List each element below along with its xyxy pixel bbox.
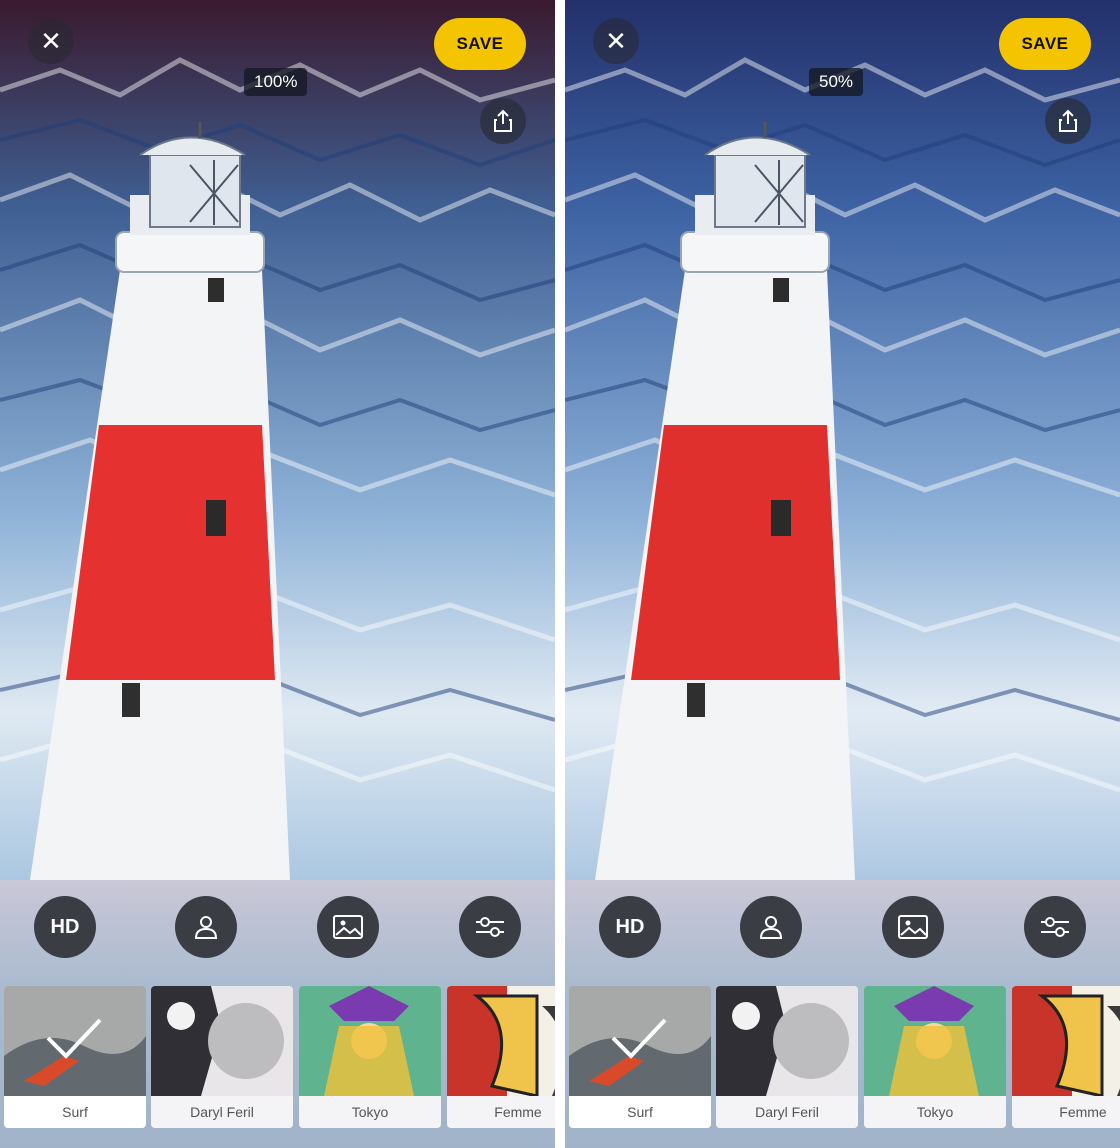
- close-icon: ✕: [40, 26, 62, 56]
- sliders-icon: [1041, 917, 1069, 937]
- filter-tokyo[interactable]: Tokyo: [864, 986, 1006, 1128]
- background-button[interactable]: [882, 896, 944, 958]
- hd-button[interactable]: HD: [34, 896, 96, 958]
- filter-label: Tokyo: [299, 1096, 441, 1128]
- editor-screen-right: ✕ 50% SAVE HD Surf Daryl Feril Tokyo Fem…: [565, 0, 1120, 1148]
- filter-daryl-feril[interactable]: Daryl Feril: [716, 986, 858, 1128]
- portrait-button[interactable]: [740, 896, 802, 958]
- femme-thumbnail: [447, 986, 555, 1096]
- hd-label: HD: [615, 915, 645, 938]
- intensity-label: 100%: [254, 72, 298, 91]
- filter-label: Surf: [4, 1096, 146, 1128]
- adjustments-button[interactable]: [459, 896, 521, 958]
- share-button[interactable]: [1045, 98, 1091, 144]
- adjustments-button[interactable]: [1024, 896, 1086, 958]
- intensity-label: 50%: [819, 72, 854, 91]
- bottom-toolbar: HD Surf Daryl Feril Tokyo Femme: [565, 880, 1120, 1148]
- filter-surf[interactable]: Surf: [569, 986, 711, 1128]
- close-button[interactable]: ✕: [593, 18, 639, 64]
- editor-screen-left: ✕ 100% SAVE HD Surf Daryl Feril Tokyo Fe…: [0, 0, 555, 1148]
- image-icon: [898, 915, 928, 939]
- intensity-badge: 50%: [809, 68, 864, 96]
- share-icon: [1059, 109, 1077, 132]
- checkmark-icon: [46, 1018, 102, 1059]
- filter-strip: Surf Daryl Feril Tokyo Femme: [565, 986, 1120, 1130]
- close-icon: ✕: [605, 26, 627, 56]
- filter-femme[interactable]: Femme: [1012, 986, 1120, 1128]
- hd-button[interactable]: HD: [599, 896, 661, 958]
- filter-label: Daryl Feril: [151, 1096, 293, 1128]
- share-icon: [494, 109, 512, 132]
- save-button[interactable]: SAVE: [434, 18, 526, 70]
- background-button[interactable]: [317, 896, 379, 958]
- filter-surf[interactable]: Surf: [4, 986, 146, 1128]
- tokyo-thumbnail: [299, 986, 441, 1096]
- filter-tokyo[interactable]: Tokyo: [299, 986, 441, 1128]
- sliders-icon: [476, 917, 504, 937]
- femme-thumbnail: [1012, 986, 1120, 1096]
- hd-label: HD: [50, 915, 80, 938]
- filter-label: Femme: [1012, 1096, 1120, 1128]
- checkmark-icon: [611, 1018, 667, 1059]
- filter-label: Daryl Feril: [716, 1096, 858, 1128]
- tokyo-thumbnail: [864, 986, 1006, 1096]
- close-button[interactable]: ✕: [28, 18, 74, 64]
- filter-strip: Surf Daryl Feril Tokyo Femme: [0, 986, 555, 1130]
- person-icon: [194, 916, 218, 939]
- image-icon: [333, 915, 363, 939]
- save-label: SAVE: [456, 34, 504, 53]
- filter-femme[interactable]: Femme: [447, 986, 555, 1128]
- intensity-badge: 100%: [244, 68, 308, 96]
- save-label: SAVE: [1021, 34, 1069, 53]
- bottom-toolbar: HD Surf Daryl Feril Tokyo Femme: [0, 880, 555, 1148]
- filter-label: Tokyo: [864, 1096, 1006, 1128]
- filter-label: Surf: [569, 1096, 711, 1128]
- filter-daryl-feril[interactable]: Daryl Feril: [151, 986, 293, 1128]
- portrait-button[interactable]: [175, 896, 237, 958]
- daryl-feril-thumbnail: [151, 986, 293, 1096]
- share-button[interactable]: [480, 98, 526, 144]
- daryl-feril-thumbnail: [716, 986, 858, 1096]
- filter-label: Femme: [447, 1096, 555, 1128]
- person-icon: [759, 916, 783, 939]
- save-button[interactable]: SAVE: [999, 18, 1091, 70]
